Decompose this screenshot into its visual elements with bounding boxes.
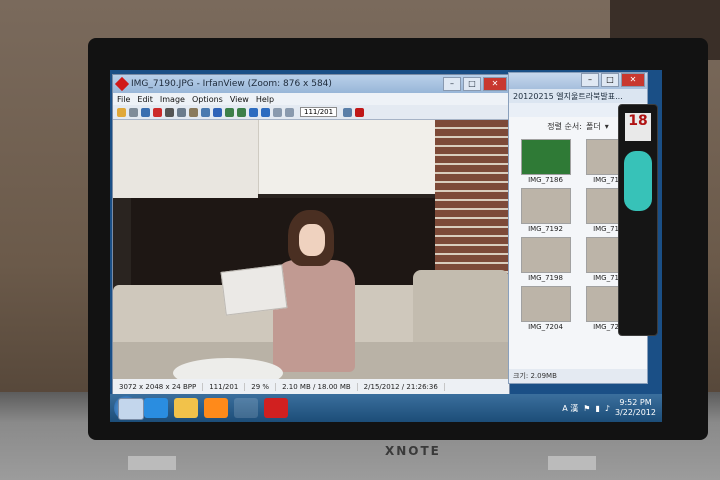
window-controls: – □ ✕ [581,73,647,89]
thumbnail-caption: IMG_7198 [528,274,563,282]
language-indicator[interactable]: A 漢 [562,403,578,414]
thumbnail-image [520,286,571,322]
save-icon[interactable] [141,107,150,117]
copy-icon[interactable] [177,107,186,117]
zoom-in-icon[interactable] [225,107,234,117]
status-zoom: 29 % [245,383,277,391]
laptop-brand: XNOTE [385,444,441,458]
mascot-icon [624,151,652,211]
menu-options[interactable]: Options [192,95,223,104]
status-datetime: 2/15/2012 / 21:26:36 [358,383,445,391]
about-icon[interactable] [355,107,365,117]
age-badge: 18 [625,113,651,141]
paint-app-icon[interactable] [264,398,288,418]
displayed-photo [113,120,509,379]
minimize-button[interactable]: – [443,77,461,91]
paste-icon[interactable] [189,107,198,117]
laptop-screen: IMG_7190.JPG - IrfanView (Zoom: 876 x 58… [110,70,662,422]
irfanview-statusbar: 3072 x 2048 x 24 BPP 111/201 29 % 2.10 M… [113,379,509,395]
irfanview-titlebar[interactable]: IMG_7190.JPG - IrfanView (Zoom: 876 x 58… [113,75,509,93]
network-icon[interactable]: ▮ [595,404,599,413]
thumbnail-caption: IMG_7192 [528,225,563,233]
laptop-hinge-left [128,456,176,470]
file-explorer-icon[interactable] [174,398,198,418]
irfanview-title: IMG_7190.JPG - IrfanView (Zoom: 876 x 58… [131,79,332,89]
explorer-statusbar: 크기: 2.09MB [509,369,647,383]
first-icon[interactable] [273,107,282,117]
explorer-titlebar[interactable]: – □ ✕ [509,73,647,89]
thumbnail-image [520,139,571,175]
menu-help[interactable]: Help [256,95,274,104]
delete-icon[interactable] [153,107,162,117]
open-icon[interactable] [117,107,126,117]
chevron-down-icon[interactable]: ▾ [605,122,609,131]
thumbnail-item[interactable]: IMG_7186 [515,139,576,184]
cut-icon[interactable] [165,107,174,117]
volume-icon[interactable]: ♪ [605,404,610,413]
thumbnail-caption: IMG_7204 [528,323,563,331]
menu-image[interactable]: Image [160,95,185,104]
next-icon[interactable] [261,107,270,117]
status-dimensions: 3072 x 2048 x 24 BPP [113,383,204,391]
media-player-icon[interactable] [204,398,228,418]
maximize-button[interactable]: □ [463,77,481,91]
camera-app-icon[interactable] [234,398,258,418]
model-face [299,224,325,256]
last-icon[interactable] [285,107,294,117]
thumbnail-item[interactable]: IMG_7192 [515,188,576,233]
irfanview-app-icon [114,76,130,92]
status-index: 111/201 [203,383,246,391]
sort-label: 정렬 순서: [547,121,582,131]
model-body [273,260,355,372]
thumbnail-item[interactable]: IMG_7198 [515,237,576,282]
irfanview-toolbar: 111/201 [113,105,509,120]
irfanview-window[interactable]: IMG_7190.JPG - IrfanView (Zoom: 876 x 58… [112,74,510,396]
flag-icon[interactable]: ⚑ [583,404,590,413]
close-button[interactable]: ✕ [621,73,645,87]
address-bar[interactable]: 20120215 엘지울트라북발표... [509,89,647,103]
menu-view[interactable]: View [230,95,249,104]
window-blind [258,120,437,194]
menu-file[interactable]: File [117,95,130,104]
maximize-button[interactable]: □ [601,73,619,87]
thumbnail-caption: IMG_7186 [528,176,563,184]
desktop-gadget[interactable]: 18 [618,104,658,336]
clock[interactable]: 9:52 PM 3/22/2012 [615,398,656,418]
thumbnail-image [520,188,571,224]
sort-value[interactable]: 폴더 [586,121,601,132]
ultrabook-prop [220,264,288,316]
undo-icon[interactable] [201,107,210,117]
window-controls: – □ ✕ [443,77,509,91]
menu-edit[interactable]: Edit [137,95,153,104]
system-tray: A 漢 ⚑ ▮ ♪ 9:52 PM 3/22/2012 [562,398,662,418]
close-button[interactable]: ✕ [483,77,507,91]
settings-icon[interactable] [343,107,353,117]
clock-date: 3/22/2012 [614,408,656,417]
status-memory: 2.10 MB / 18.00 MB [276,383,358,391]
minimize-button[interactable]: – [581,73,599,87]
slideshow-icon[interactable] [129,107,138,117]
zoom-out-icon[interactable] [237,107,246,117]
internet-explorer-icon[interactable] [144,398,168,418]
thumbnail-image [520,237,571,273]
irfanview-menubar: File Edit Image Options View Help [113,93,509,105]
info-icon[interactable] [213,107,222,117]
page-counter: 111/201 [300,107,338,117]
thumbnail-item[interactable]: IMG_7204 [515,286,576,331]
clock-time: 9:52 PM [619,398,652,407]
irfanview-taskbar-icon[interactable] [118,398,144,420]
window-blind [113,120,258,198]
photo-scene: XNOTE IMG_7190.JPG - IrfanView (Zoom: 87… [0,0,720,480]
previous-icon[interactable] [249,107,258,117]
laptop-hinge-right [548,456,596,470]
taskbar: A 漢 ⚑ ▮ ♪ 9:52 PM 3/22/2012 [110,394,662,422]
